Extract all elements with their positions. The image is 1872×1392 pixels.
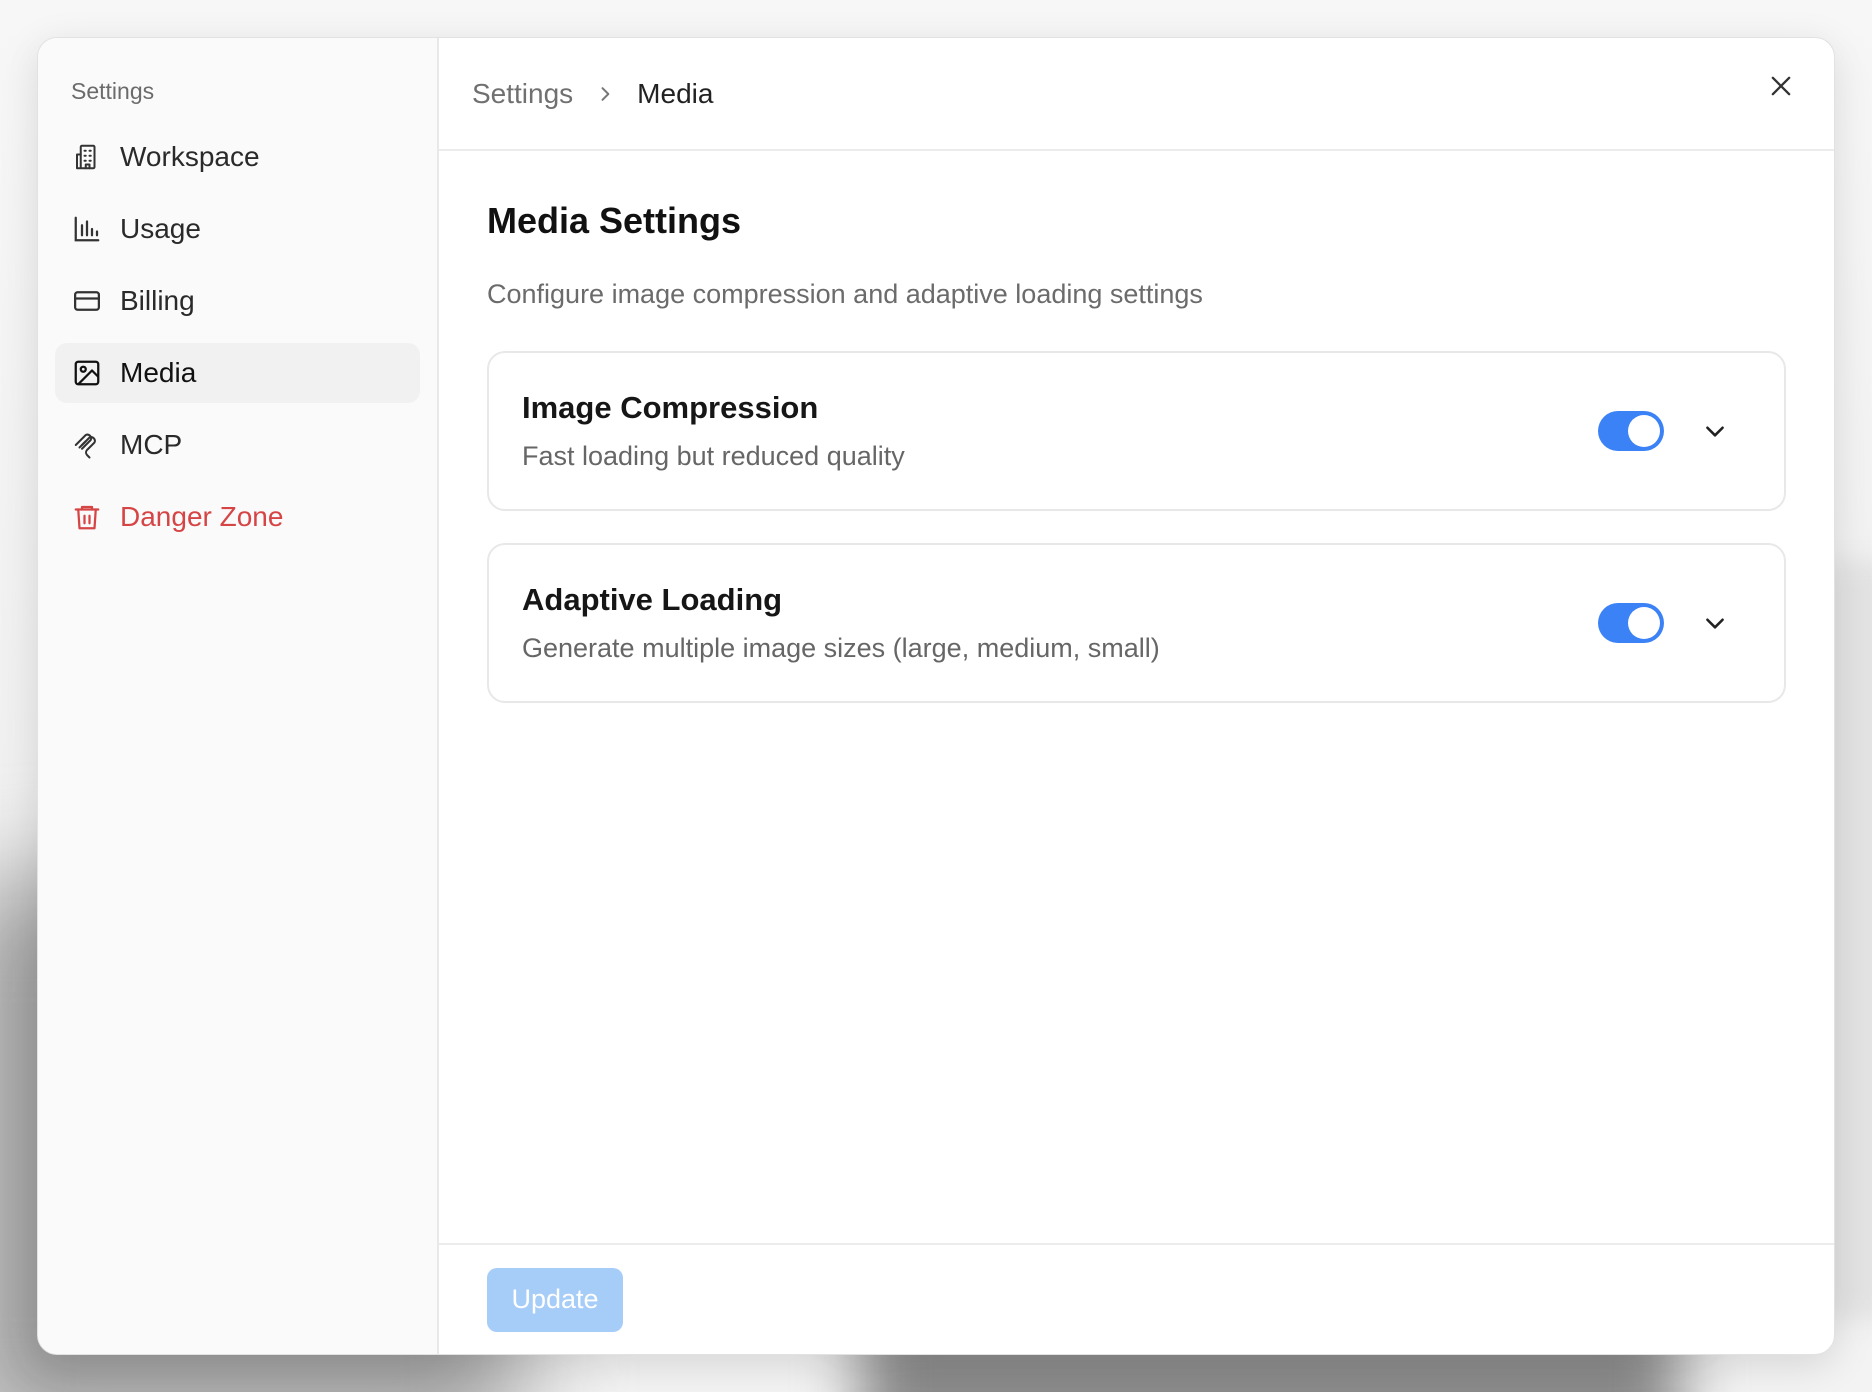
expand-button[interactable] [1700, 608, 1730, 638]
card-description: Generate multiple image sizes (large, me… [522, 633, 1160, 663]
sidebar-heading: Settings [71, 78, 155, 104]
expand-button[interactable] [1700, 416, 1730, 446]
card-title: Image Compression [522, 390, 819, 425]
image-icon [71, 357, 103, 389]
card-description: Fast loading but reduced quality [522, 441, 905, 471]
page-title: Media Settings [487, 200, 742, 241]
sidebar-item-workspace[interactable]: Workspace [55, 127, 420, 187]
bar-chart-icon [71, 213, 103, 245]
settings-sidebar: Settings Workspace Usage Billing Media M… [38, 38, 439, 1354]
toggle-knob [1628, 415, 1660, 447]
sidebar-item-label: MCP [120, 429, 183, 460]
sidebar-item-label: Billing [120, 285, 195, 316]
sidebar-item-label: Media [120, 357, 197, 388]
chevron-right-icon [595, 84, 615, 104]
sidebar-item-label: Danger Zone [120, 501, 284, 532]
sidebar-item-label: Workspace [120, 141, 260, 172]
adaptive-loading-card: Adaptive Loading Generate multiple image… [487, 543, 1786, 703]
update-button[interactable]: Update [487, 1267, 623, 1332]
breadcrumb-current: Media [637, 77, 714, 109]
chevron-down-icon [1706, 618, 1724, 629]
sidebar-item-danger-zone[interactable]: Danger Zone [55, 487, 420, 547]
page-subtitle: Configure image compression and adaptive… [487, 279, 1203, 309]
sidebar-item-label: Usage [120, 213, 201, 244]
image-compression-card: Image Compression Fast loading but reduc… [487, 351, 1786, 511]
close-icon [1771, 76, 1791, 96]
mcp-icon [71, 429, 103, 461]
settings-main: Settings Media Media Settings Configure … [439, 38, 1834, 1354]
close-button[interactable] [1766, 71, 1796, 101]
toggle-knob [1628, 607, 1660, 639]
sidebar-item-media[interactable]: Media [55, 343, 420, 403]
adaptive-loading-toggle[interactable] [1598, 603, 1664, 643]
media-settings-panel: Media Settings Configure image compressi… [439, 151, 1834, 1243]
modal-footer: Update [439, 1243, 1834, 1354]
image-compression-toggle[interactable] [1598, 411, 1664, 451]
chevron-down-icon [1706, 426, 1724, 437]
sidebar-item-usage[interactable]: Usage [55, 199, 420, 259]
breadcrumb: Settings Media [439, 38, 1834, 151]
trash-icon [71, 501, 103, 533]
credit-card-icon [71, 285, 103, 317]
card-title: Adaptive Loading [522, 582, 783, 617]
breadcrumb-root[interactable]: Settings [472, 78, 573, 110]
sidebar-item-mcp[interactable]: MCP [55, 415, 420, 475]
settings-modal: Settings Workspace Usage Billing Media M… [37, 37, 1835, 1355]
building-icon [71, 141, 103, 173]
sidebar-item-billing[interactable]: Billing [55, 271, 420, 331]
